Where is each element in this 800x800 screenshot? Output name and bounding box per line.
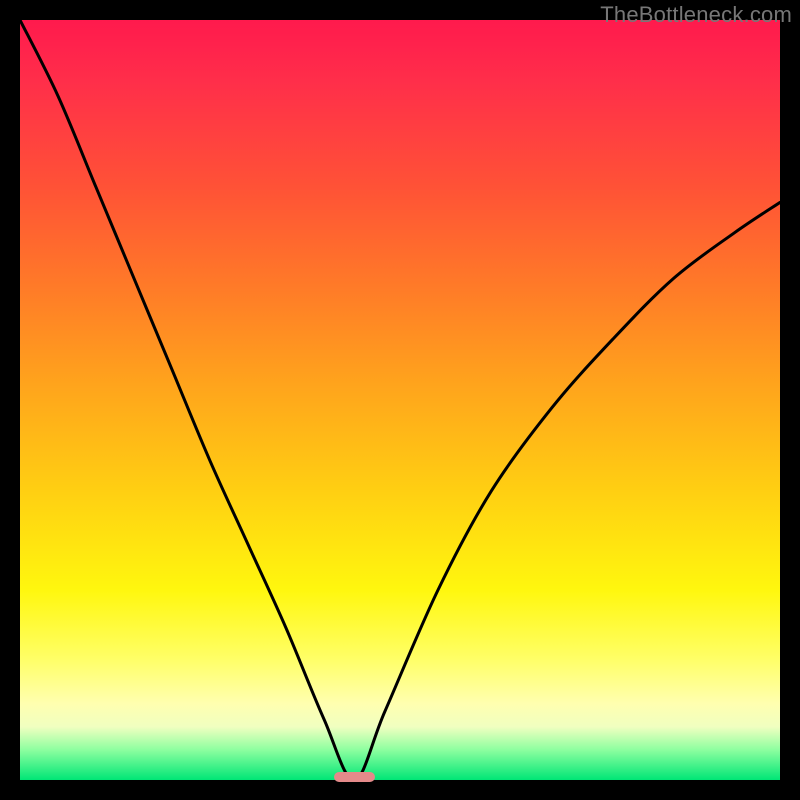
watermark-text: TheBottleneck.com (600, 2, 792, 28)
plot-area (20, 20, 780, 780)
chart-frame: TheBottleneck.com (0, 0, 800, 800)
bottleneck-curve (20, 20, 780, 780)
minimum-marker (334, 772, 376, 782)
